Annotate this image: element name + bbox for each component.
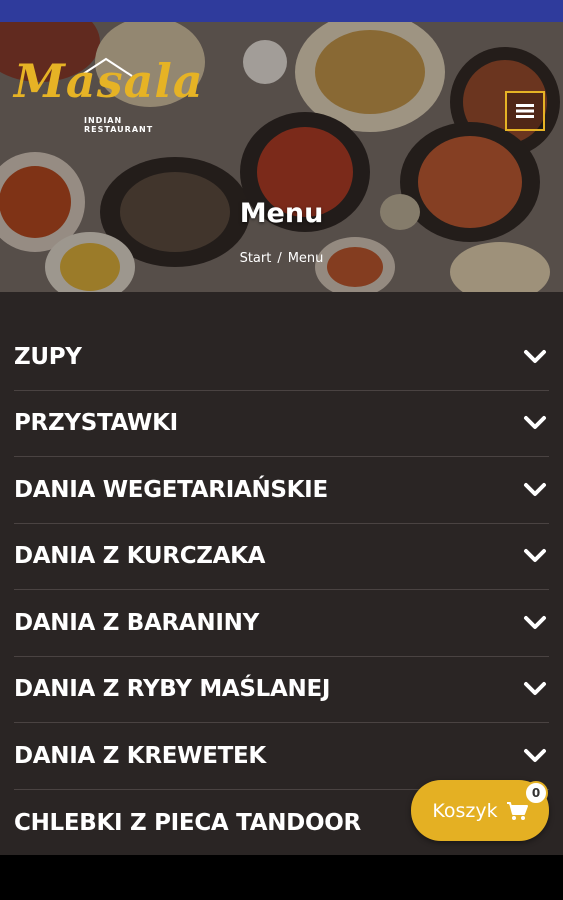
hero-banner: Masala INDIAN RESTAURANT Menu Start / Menu [0, 22, 563, 292]
chevron-down-icon [521, 542, 549, 570]
category-label: DANIA Z KURCZAKA [14, 543, 266, 570]
chevron-down-icon [521, 742, 549, 770]
cart-label: Koszyk [432, 799, 498, 822]
category-label: DANIA Z RYBY MAŚLANEJ [14, 676, 331, 703]
logo-subtitle: INDIAN RESTAURANT [84, 116, 154, 134]
hamburger-icon [516, 104, 534, 118]
logo-wordmark: Masala [14, 54, 204, 108]
category-label: ZUPY [14, 343, 82, 370]
restaurant-logo[interactable]: Masala INDIAN RESTAURANT [14, 54, 203, 134]
cart-icon [506, 801, 528, 820]
category-item-dania-z-baraniny[interactable]: DANIA Z BARANINY [14, 590, 549, 657]
category-label: DANIA WEGETARIAŃSKIE [14, 476, 328, 503]
category-label: DANIA Z KREWETEK [14, 742, 266, 769]
page-title: Menu [239, 198, 324, 229]
menu-categories-section: ZUPY PRZYSTAWKI DANIA WEGETARIAŃSKIE DAN… [0, 292, 563, 855]
chevron-down-icon [521, 476, 549, 504]
bottom-navigation-bar [0, 855, 563, 900]
cart-count-badge: 0 [524, 781, 548, 805]
category-item-dania-z-kurczaka[interactable]: DANIA Z KURCZAKA [14, 524, 549, 590]
chevron-down-icon [521, 409, 549, 437]
category-label: CHLEBKI Z PIECA TANDOOR [14, 809, 361, 836]
chevron-down-icon [521, 343, 549, 371]
breadcrumb-home-link[interactable]: Start [240, 251, 272, 266]
chevron-down-icon [521, 675, 549, 703]
category-item-zupy[interactable]: ZUPY [14, 324, 549, 391]
category-item-przystawki[interactable]: PRZYSTAWKI [14, 391, 549, 457]
category-label: PRZYSTAWKI [14, 410, 178, 437]
status-bar [0, 0, 563, 22]
hamburger-menu-button[interactable] [505, 91, 545, 131]
category-item-dania-wegetarianskie[interactable]: DANIA WEGETARIAŃSKIE [14, 457, 549, 524]
breadcrumb-separator: / [277, 251, 282, 266]
category-list: ZUPY PRZYSTAWKI DANIA WEGETARIAŃSKIE DAN… [14, 324, 549, 856]
breadcrumb-current: Menu [287, 251, 324, 266]
chevron-down-icon [521, 609, 549, 637]
category-label: DANIA Z BARANINY [14, 609, 259, 636]
breadcrumb: Start / Menu [0, 251, 563, 266]
category-item-dania-z-ryby-maslanej[interactable]: DANIA Z RYBY MAŚLANEJ [14, 657, 549, 723]
